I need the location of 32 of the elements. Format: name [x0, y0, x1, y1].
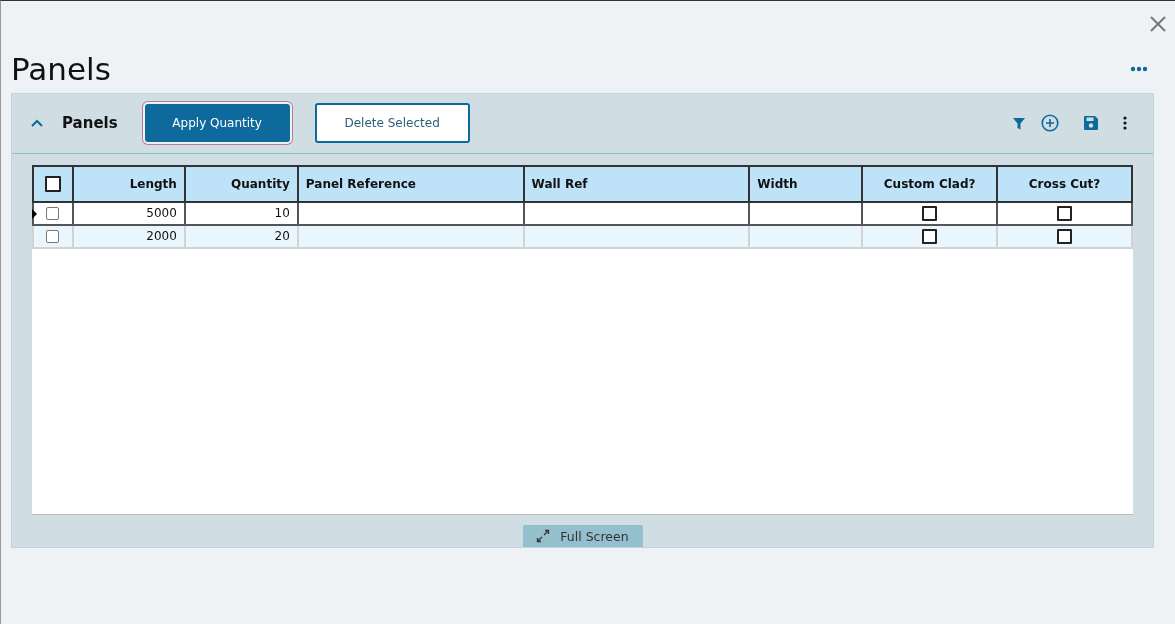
close-button[interactable] — [1149, 15, 1167, 33]
collapse-chevron-icon[interactable] — [30, 118, 44, 129]
column-header[interactable]: Wall Ref — [523, 165, 750, 202]
full-screen-button[interactable]: Full Screen — [522, 525, 643, 547]
column-header[interactable]: Panel Reference — [297, 165, 524, 202]
select-all-checkbox[interactable] — [45, 175, 61, 192]
cell-checkbox[interactable] — [922, 228, 938, 244]
cell-checkbox[interactable] — [922, 205, 938, 221]
kebab-menu-icon[interactable] — [1123, 116, 1127, 131]
expand-icon — [536, 529, 551, 543]
section-title: Panels — [62, 114, 118, 133]
filter-icon[interactable] — [1013, 116, 1025, 130]
page-title: Panels — [11, 51, 111, 87]
cell-checkbox[interactable] — [1057, 205, 1073, 221]
cell-checkbox[interactable] — [1057, 228, 1073, 244]
delete-button[interactable]: Delete Selected — [314, 103, 470, 144]
apply-button[interactable]: Apply Quantity — [144, 104, 290, 143]
column-header[interactable]: Custom Clad? — [862, 165, 998, 202]
more-options-icon[interactable] — [1130, 66, 1148, 72]
row-checkbox[interactable] — [46, 207, 60, 221]
table-cell: 5000 — [73, 201, 185, 225]
table-cell: 10 — [184, 201, 298, 225]
column-header[interactable]: Cross Cut? — [997, 165, 1132, 202]
column-header[interactable]: Quantity — [184, 165, 298, 202]
column-header[interactable]: Length — [73, 165, 185, 202]
add-circle-icon[interactable] — [1041, 114, 1059, 133]
save-icon[interactable] — [1083, 115, 1099, 132]
column-header[interactable]: Width — [749, 165, 863, 202]
current-row-marker-icon — [32, 208, 37, 219]
table-cell: 2000 — [73, 224, 185, 248]
row-checkbox[interactable] — [46, 230, 60, 244]
table-cell: 20 — [184, 224, 298, 248]
